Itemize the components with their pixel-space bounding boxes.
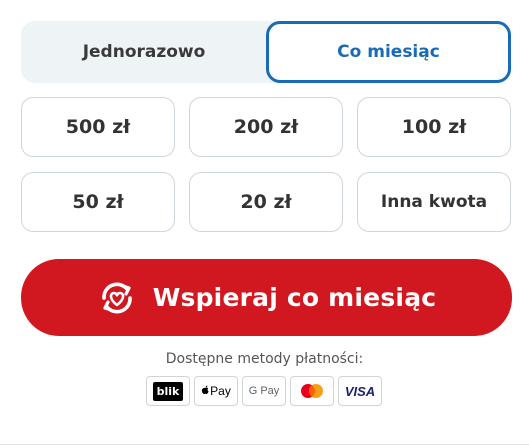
mastercard-logo — [290, 376, 334, 406]
amount-option-100[interactable]: 100 zł — [357, 97, 511, 157]
visa-logo-text: VISA — [344, 383, 376, 399]
heart-cycle-icon — [97, 278, 137, 318]
google-pay-logo-text: G Pay — [248, 385, 280, 397]
apple-pay-logo-text: Pay — [201, 384, 231, 398]
support-monthly-label: Wspieraj co miesiąc — [152, 283, 437, 312]
amount-option-50[interactable]: 50 zł — [21, 172, 175, 232]
amount-option-200[interactable]: 200 zł — [189, 97, 343, 157]
visa-logo: VISA — [338, 376, 382, 406]
google-pay-logo: G Pay — [242, 376, 286, 406]
payment-methods: blik Pay G Pay VISA — [146, 376, 382, 408]
mastercard-icon — [301, 384, 323, 398]
amount-option-500[interactable]: 500 zł — [21, 97, 175, 157]
frequency-one-time[interactable]: Jednorazowo — [21, 21, 267, 83]
amount-option-other[interactable]: Inna kwota — [357, 172, 511, 232]
apple-pay-text: Pay — [210, 384, 231, 398]
payment-methods-label: Dostępne metody płatności: — [165, 351, 364, 367]
blik-logo: blik — [146, 376, 190, 406]
bottom-divider — [0, 444, 529, 445]
frequency-monthly[interactable]: Co miesiąc — [266, 21, 511, 83]
apple-icon — [202, 385, 209, 394]
apple-pay-logo: Pay — [194, 376, 238, 406]
frequency-toggle: Jednorazowo Co miesiąc — [21, 21, 511, 83]
support-monthly-button[interactable]: Wspieraj co miesiąc — [21, 259, 512, 336]
amount-option-20[interactable]: 20 zł — [189, 172, 343, 232]
blik-logo-text: blik — [152, 381, 184, 401]
